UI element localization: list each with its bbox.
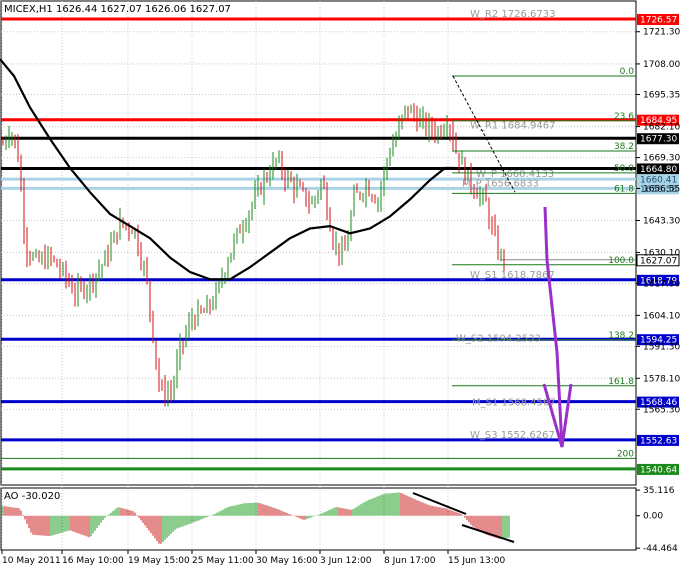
x-tick-label: 3 Jun 12:00 [320, 556, 372, 566]
x-tick-label: 19 May 15:00 [128, 556, 190, 566]
ao-tick-label: 0.00 [643, 512, 663, 522]
pivot-label: W_R2 1726.6733 [470, 9, 555, 20]
pivot-label: W_R1 1684.9467 [470, 120, 555, 131]
pivot-label: W_S2 1594.2533 [456, 333, 541, 344]
ao-tick-label: -44.464 [643, 544, 678, 554]
y-tick-label: 1630.10 [643, 248, 680, 258]
y-tick-label: 1591.30 [643, 342, 680, 352]
x-tick-label: 8 Jun 17:00 [384, 556, 436, 566]
y-tick-label: 1682.10 [643, 123, 680, 133]
x-tick-label: 10 May 2011 [2, 556, 61, 566]
y-tick-label: 1617.30 [643, 279, 680, 289]
pivot-label: W_S3 1552.6267 [470, 430, 555, 441]
ao-label: AO -30.020 [4, 491, 60, 502]
x-tick-label: 25 May 11:00 [192, 556, 254, 566]
price-level-label: 1664.80 [640, 165, 677, 175]
fib-level-label: 161.8 [608, 377, 634, 387]
x-tick-label: 30 May 16:00 [256, 556, 318, 566]
fib-level-label: 23.6 [614, 112, 634, 122]
fib-level-label: 38.2 [614, 142, 634, 152]
price-level-label: 1552.63 [640, 436, 677, 446]
fib-level-label: 200 [617, 449, 634, 459]
fib-level-label: 138.2 [608, 331, 634, 341]
ao-panel [0, 487, 637, 551]
pivot-label: M_P 1656.6833 [462, 178, 539, 189]
fib-level-label: 61.8 [614, 184, 634, 194]
y-tick-label: 1721.30 [643, 28, 680, 38]
y-tick-label: 1708.00 [643, 60, 680, 70]
ao-tick-label: 35.116 [643, 486, 675, 496]
pivot-label: M_S1 1568.4567 [472, 398, 556, 409]
price-level-label: 1540.64 [640, 465, 677, 475]
chart-title: MICEX,H1 1626.44 1627.07 1626.06 1627.07 [4, 4, 231, 15]
price-level-label: 1726.57 [640, 15, 677, 25]
chart-svg: 1726.571684.951677.301664.801660.411656.… [0, 0, 680, 566]
y-tick-label: 1669.30 [643, 154, 680, 164]
pivot-label: W_S1 1618.7867 [470, 270, 555, 281]
y-tick-label: 1604.10 [643, 311, 680, 321]
y-tick-label: 1565.30 [643, 405, 680, 415]
x-tick-label: 16 May 10:00 [62, 556, 124, 566]
fib-level-label: 100.0 [608, 256, 634, 266]
price-level-label: 1677.30 [640, 135, 677, 145]
y-tick-label: 1578.10 [643, 374, 680, 384]
y-tick-label: 1643.30 [643, 216, 680, 226]
main-panel [0, 0, 637, 486]
chart-root: 1726.57 1684.95 1677.30 1664.80 1660.41 1656.… [0, 0, 680, 568]
fib-level-label: 0.0 [620, 67, 635, 77]
y-tick-label: 1695.35 [643, 91, 680, 101]
fib-level-label: 50.0 [614, 164, 634, 174]
x-tick-label: 15 Jun 13:00 [448, 556, 505, 566]
y-tick-label: 1656.55 [643, 184, 680, 194]
